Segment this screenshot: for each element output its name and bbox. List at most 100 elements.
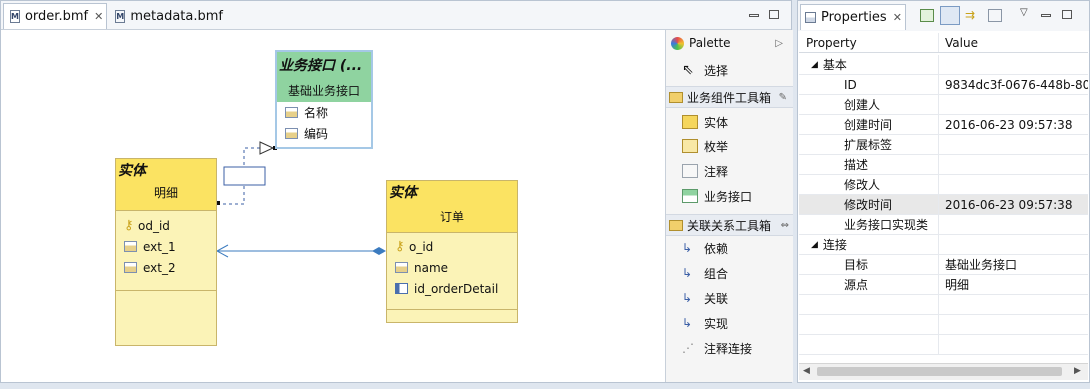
property-name: 源点: [799, 275, 939, 294]
horizontal-scrollbar[interactable]: ◀ ▶: [799, 363, 1088, 380]
key-icon: ⚷: [124, 218, 134, 233]
palette-panel: Palette ▷ ⇖ 选择 业务组件工具箱 ✎ 实体 枚举 注释 业务接口 关…: [665, 30, 793, 382]
palette-section-label: 业务组件工具箱: [687, 90, 772, 105]
palette-item-interface[interactable]: 业务接口: [682, 186, 752, 206]
palette-item-label: 实体: [704, 115, 729, 130]
diagram-canvas[interactable]: 业务接口 (... 基础业务接口 名称 编码 实体 明细 ⚷ od_id ext_…: [2, 30, 664, 382]
property-value: 2016-06-23 09:57:38: [945, 117, 1073, 132]
property-row-selected[interactable]: 修改时间 2016-06-23 09:57:38: [799, 195, 1088, 215]
property-row[interactable]: ID 9834dc3f-0676-448b-80: [799, 75, 1088, 95]
property-value: 基础业务接口: [945, 258, 1018, 272]
collapse-arrow-icon[interactable]: ▷: [775, 38, 783, 49]
attribute-row[interactable]: ⚷ o_id: [387, 236, 517, 257]
attribute-row[interactable]: ext_1: [116, 236, 216, 257]
property-table-header: Property Value: [799, 33, 1088, 53]
entity-detail[interactable]: 实体 明细 ⚷ od_id ext_1 ext_2: [115, 158, 217, 346]
tab-properties[interactable]: Properties ✕: [800, 4, 906, 30]
scroll-left-icon[interactable]: ◀: [803, 366, 810, 376]
attribute-row[interactable]: name: [387, 257, 517, 278]
field-icon: [124, 262, 137, 273]
interface-header: 业务接口 (... 基础业务接口: [277, 52, 371, 102]
palette-section-business[interactable]: 业务组件工具箱 ✎: [666, 86, 793, 108]
property-row[interactable]: 创建时间 2016-06-23 09:57:38: [799, 115, 1088, 135]
expand-triangle-icon[interactable]: ◢: [811, 60, 818, 70]
entity-stereotype: 实体: [118, 163, 146, 179]
editor-tab-bar: M order.bmf ✕ M metadata.bmf: [1, 1, 791, 30]
property-row[interactable]: 修改人: [799, 175, 1088, 195]
attribute-label: 编码: [304, 127, 329, 141]
tab-order-bmf[interactable]: M order.bmf ✕: [3, 3, 107, 29]
scrollbar-thumb[interactable]: [817, 367, 1062, 376]
composition-icon: ↳: [682, 266, 693, 280]
scroll-right-icon[interactable]: ▶: [1074, 366, 1081, 376]
empty-row: [799, 315, 1088, 335]
close-icon[interactable]: ✕: [94, 10, 103, 23]
enum-icon: [682, 139, 698, 153]
attribute-row[interactable]: id_orderDetail: [387, 278, 517, 299]
field-icon: [285, 128, 298, 139]
palette-item-entity[interactable]: 实体: [682, 112, 728, 132]
relation-field-icon: [395, 283, 408, 294]
column-header-property[interactable]: Property: [799, 33, 939, 52]
entity-stereotype: 实体: [389, 185, 417, 201]
property-name: 创建人: [799, 95, 939, 114]
property-value: 2016-06-23 09:57:38: [945, 197, 1073, 212]
property-row[interactable]: 业务接口实现类: [799, 215, 1088, 235]
field-icon: [124, 241, 137, 252]
property-name: ID: [799, 75, 939, 94]
note-icon: [682, 164, 698, 178]
show-categories-icon[interactable]: [940, 6, 960, 25]
expand-triangle-icon[interactable]: ◢: [811, 240, 818, 250]
palette-item-label: 注释: [704, 164, 729, 179]
property-row[interactable]: 创建人: [799, 95, 1088, 115]
label-box: [223, 166, 266, 186]
attribute-row[interactable]: 名称: [277, 102, 371, 123]
maximize-icon[interactable]: [769, 10, 779, 19]
entity-name: 明细: [153, 186, 178, 200]
minimize-icon[interactable]: [1041, 9, 1051, 19]
palette-item-composition[interactable]: ↳ 组合: [682, 263, 728, 283]
attribute-label: name: [414, 260, 449, 275]
attribute-label: 名称: [304, 106, 329, 120]
entity-header: 实体 订单: [387, 181, 517, 233]
entity-order[interactable]: 实体 订单 ⚷ o_id name id_orderDetail: [386, 180, 518, 323]
property-row[interactable]: 描述: [799, 155, 1088, 175]
property-group-connection[interactable]: ◢ 连接: [799, 235, 1088, 255]
minimize-icon[interactable]: [749, 9, 759, 19]
close-icon[interactable]: ✕: [893, 11, 902, 24]
filter-icon[interactable]: ⇉: [965, 9, 979, 22]
property-row[interactable]: 源点 明细: [799, 275, 1088, 295]
compartment-divider: [116, 290, 216, 291]
properties-view: Properties ✕ ⇉ ▽ Property Value ◢ 基本 ID 9…: [797, 0, 1090, 383]
palette-header[interactable]: Palette ▷: [666, 30, 793, 56]
property-group-basic[interactable]: ◢ 基本: [799, 55, 1088, 75]
palette-item-realization[interactable]: ↳ 实现: [682, 313, 728, 333]
column-header-value[interactable]: Value: [939, 36, 1088, 50]
maximize-icon[interactable]: [1062, 10, 1072, 19]
attribute-row[interactable]: ⚷ od_id: [116, 215, 216, 236]
interface-box[interactable]: 业务接口 (... 基础业务接口 名称 编码: [275, 50, 373, 149]
palette-item-dependency[interactable]: ↳ 依赖: [682, 238, 728, 258]
property-name: 修改人: [799, 175, 939, 194]
palette-item-note-connection[interactable]: ⋰ 注释连接: [682, 338, 752, 358]
new-property-icon[interactable]: [920, 9, 934, 22]
palette-select-tool[interactable]: ⇖ 选择: [682, 60, 728, 80]
tab-metadata-bmf[interactable]: M metadata.bmf: [109, 3, 229, 29]
palette-item-label: 枚举: [704, 139, 729, 154]
restore-default-icon[interactable]: [988, 9, 1002, 22]
palette-item-enum[interactable]: 枚举: [682, 136, 728, 156]
expand-arrows-icon[interactable]: ⇔: [781, 220, 789, 231]
view-menu-icon[interactable]: ▽: [1020, 7, 1028, 18]
property-row[interactable]: 扩展标签: [799, 135, 1088, 155]
composition-diamond: [372, 247, 386, 255]
pin-icon[interactable]: ✎: [779, 92, 787, 103]
property-row[interactable]: 目标 基础业务接口: [799, 255, 1088, 275]
attribute-row[interactable]: ext_2: [116, 257, 216, 278]
palette-section-relations[interactable]: 关联关系工具箱 ⇔: [666, 214, 793, 236]
palette-item-note[interactable]: 注释: [682, 161, 728, 181]
palette-item-association[interactable]: ↳ 关联: [682, 288, 728, 308]
attribute-row[interactable]: 编码: [277, 123, 371, 144]
field-icon: [395, 262, 408, 273]
palette-icon: [671, 36, 684, 50]
property-name: 业务接口实现类: [799, 215, 939, 234]
